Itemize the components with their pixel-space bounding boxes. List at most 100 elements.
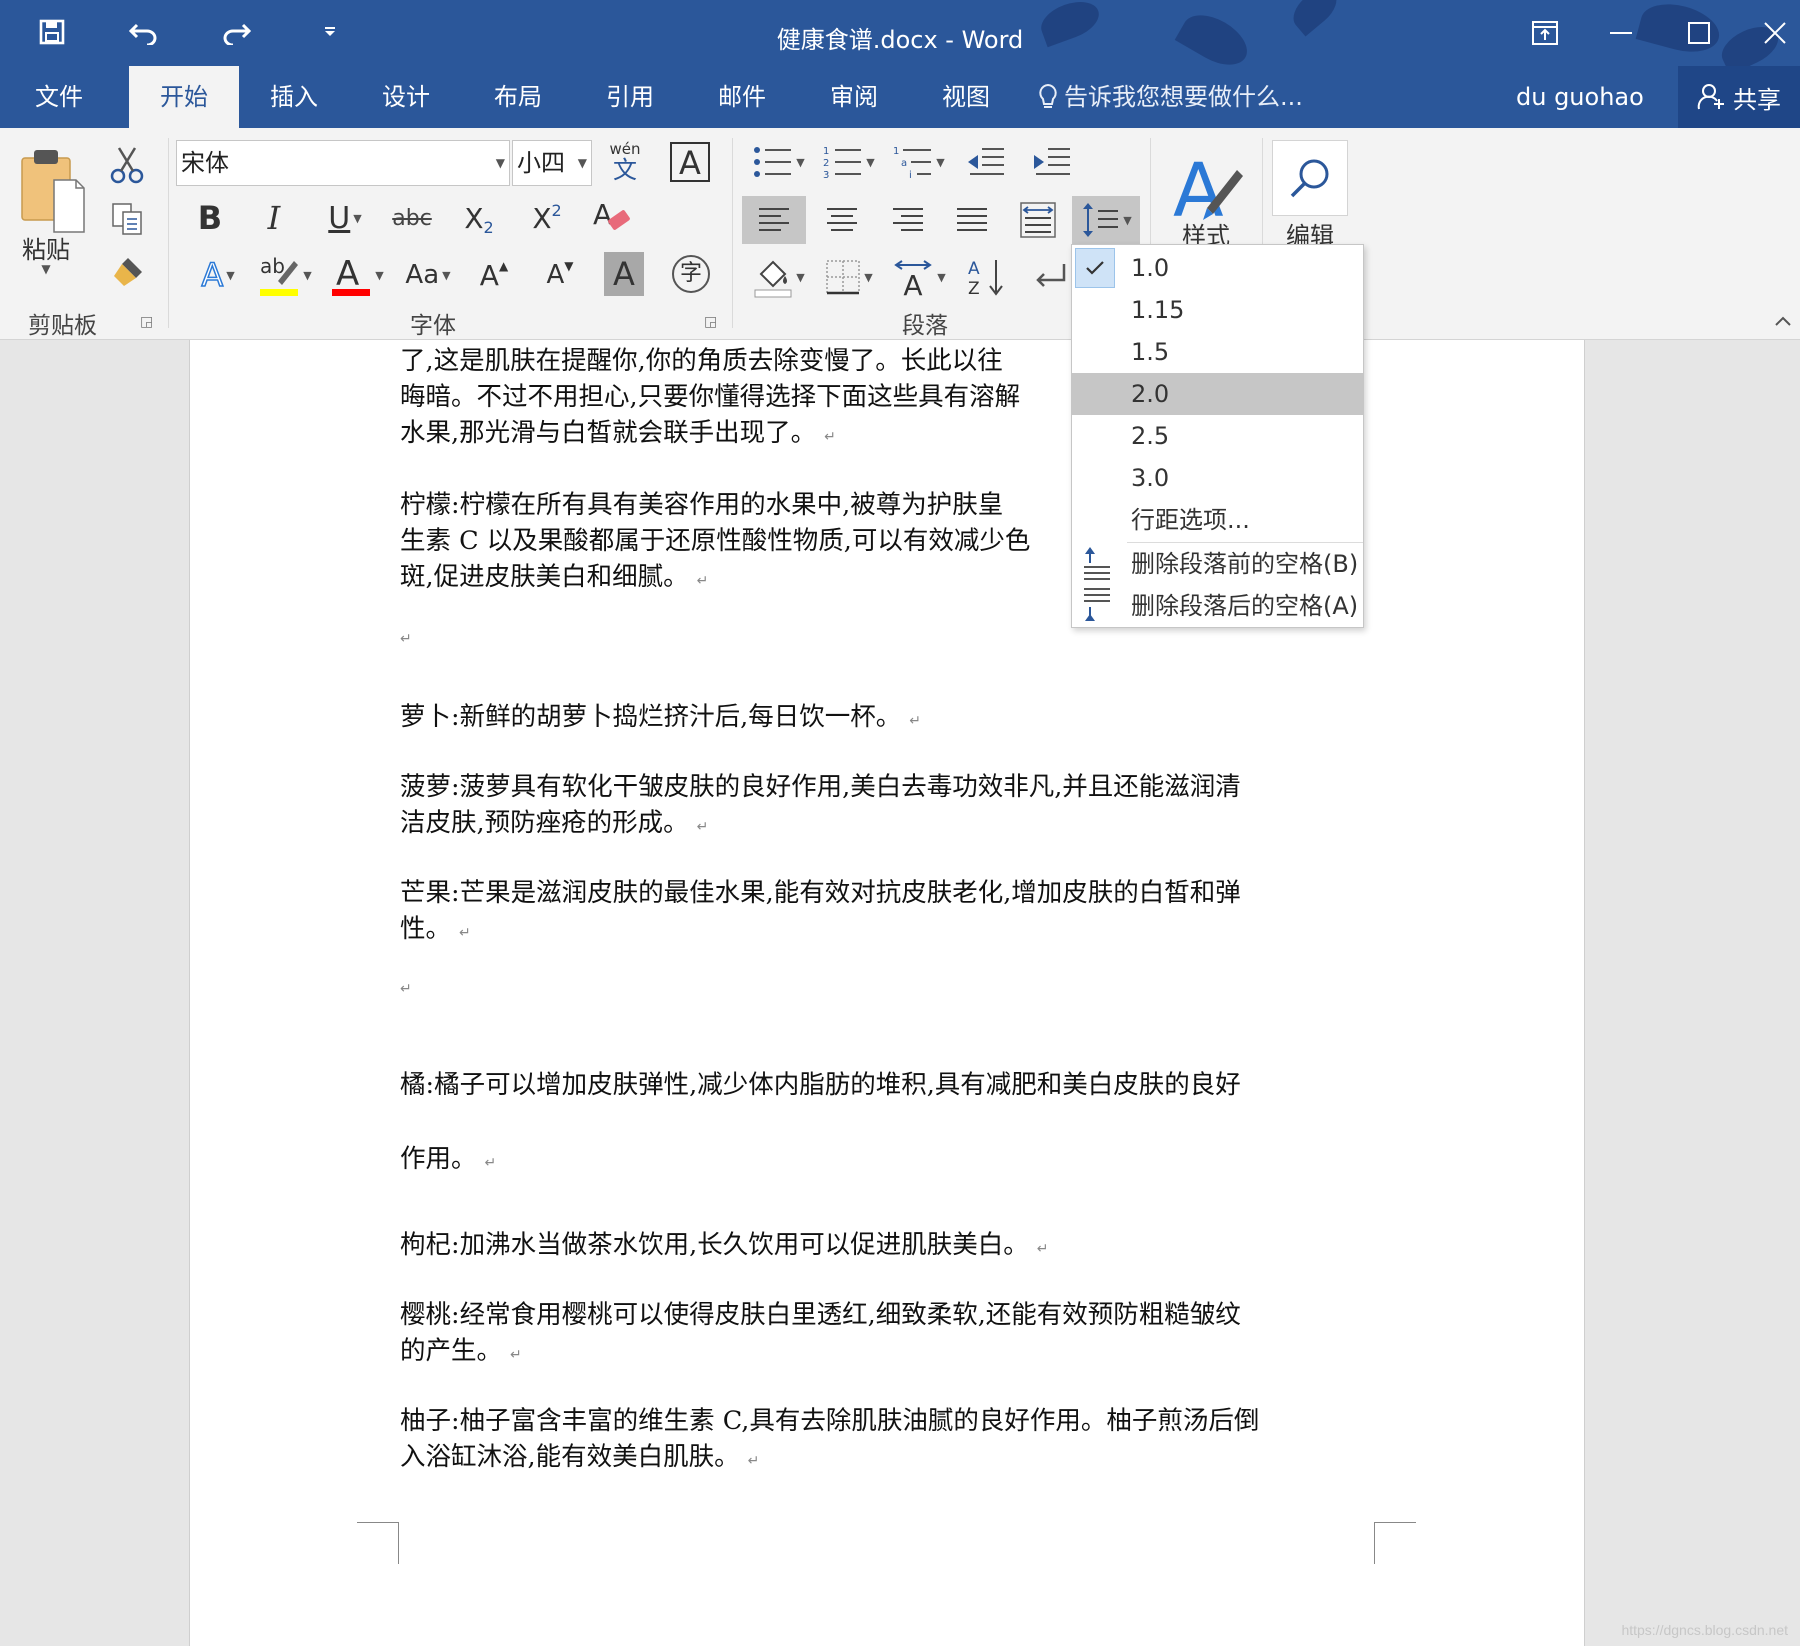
superscript-button[interactable]: X2 (524, 194, 570, 242)
paragraph-line[interactable]: 入浴缸沐浴,能有效美白肌肤。 ↵ (400, 1436, 759, 1473)
ribbon-display-options-button[interactable] (1518, 8, 1572, 58)
paragraph-line[interactable]: 芒果:芒果是滋润皮肤的最佳水果,能有效对抗皮肤老化,增加皮肤的白皙和弹 (400, 872, 1241, 909)
line-spacing-options-item[interactable]: 行距选项... (1072, 499, 1363, 541)
cut-button[interactable] (106, 144, 148, 186)
editing-button[interactable] (1272, 140, 1348, 216)
justify-button[interactable] (948, 196, 996, 244)
align-center-icon (827, 208, 857, 231)
option-label: 删除段落后的空格(A) (1131, 592, 1359, 620)
paragraph-line[interactable]: 性。 ↵ (400, 908, 471, 945)
paragraph-line[interactable]: 生素 C 以及果酸都属于还原性酸性物质,可以有效减少色 (400, 520, 1030, 557)
remove-space-after-item[interactable]: 删除段落后的空格(A) (1072, 585, 1363, 627)
paragraph-mark: ↵ (1036, 1241, 1049, 1257)
paragraph-line[interactable]: 橘:橘子可以增加皮肤弹性,减少体内脂肪的堆积,具有减肥和美白皮肤的良好 (400, 1064, 1241, 1101)
line-spacing-option-3-0[interactable]: 3.0 (1072, 457, 1363, 499)
remove-space-before-item[interactable]: 删除段落前的空格(B) (1072, 543, 1363, 585)
tab-layout[interactable]: 布局 (476, 66, 560, 128)
minimize-button[interactable] (1594, 8, 1648, 58)
enclose-characters-button[interactable]: 字 (668, 250, 714, 298)
paragraph-line[interactable]: 作用。 ↵ (400, 1138, 496, 1175)
tab-file[interactable]: 文件 (0, 66, 118, 128)
character-border-button[interactable]: A (668, 140, 712, 184)
distributed-button[interactable] (1014, 196, 1062, 244)
subscript-button[interactable]: X2 (456, 194, 502, 242)
grow-font-button[interactable]: A ▲ (474, 250, 514, 300)
line-spacing-option-1-0[interactable]: 1.0 (1072, 247, 1363, 289)
change-case-button[interactable]: Aa ▼ (400, 250, 456, 300)
tab-references[interactable]: 引用 (588, 66, 672, 128)
font-name-combo[interactable]: 宋体 ▼ (176, 140, 510, 186)
font-name-value: 宋体 (181, 149, 229, 177)
collapse-ribbon-button[interactable] (1770, 308, 1796, 334)
paragraph-line[interactable]: 樱桃:经常食用樱桃可以使得皮肤白里透红,细致柔软,还能有效预防粗糙皱纹 (400, 1294, 1241, 1331)
bold-button[interactable]: B (190, 194, 230, 242)
format-painter-button[interactable] (106, 252, 148, 294)
borders-button[interactable]: ▼ (818, 252, 880, 302)
tab-home[interactable]: 开始 (129, 66, 239, 128)
font-size-combo[interactable]: 小四 ▼ (512, 140, 592, 186)
paragraph-line[interactable]: 菠萝:菠萝具有软化干皱皮肤的良好作用,美白去毒功效非凡,并且还能滋润清 (400, 766, 1241, 803)
paste-button[interactable] (10, 140, 90, 240)
font-dialog-launcher[interactable]: ◲ (704, 314, 717, 330)
chevron-down-icon: ▼ (226, 268, 235, 282)
paste-dropdown-caret[interactable]: ▼ (36, 262, 56, 276)
tab-design[interactable]: 设计 (364, 66, 448, 128)
paragraph-line[interactable]: 了,这是肌肤在提醒你,你的角质去除变慢了。长此以往 (400, 340, 1003, 377)
underline-button[interactable]: U ▼ (316, 194, 374, 242)
change-case-text: Aa (405, 260, 440, 290)
paragraph-line[interactable]: 萝卜:新鲜的胡萝卜捣烂挤汁后,每日饮一杯。 ↵ (400, 696, 921, 733)
bullets-button[interactable]: ▼ (748, 140, 810, 184)
multilevel-list-button[interactable]: 1ai ▼ (888, 140, 950, 184)
show-hide-marks-button[interactable] (1028, 252, 1074, 302)
paragraph-line[interactable]: 洁皮肤,预防痤疮的形成。 ↵ (400, 802, 708, 839)
empty-paragraph[interactable]: ↵ (400, 620, 412, 650)
tab-review[interactable]: 审阅 (812, 66, 896, 128)
phonetic-guide-bottom: 文 (613, 156, 637, 184)
share-button[interactable]: 共享 (1678, 66, 1800, 128)
paragraph-line[interactable]: 斑,促进皮肤美白和细腻。 ↵ (400, 556, 708, 593)
line-spacing-option-2-5[interactable]: 2.5 (1072, 415, 1363, 457)
tell-me-search[interactable]: 告诉我您想要做什么... (1038, 66, 1303, 128)
shading-button[interactable]: ▼ (748, 252, 810, 302)
tab-insert[interactable]: 插入 (252, 66, 336, 128)
paragraph-line[interactable]: 晦暗。不过不用担心,只要你懂得选择下面这些具有溶解 (400, 376, 1020, 413)
phonetic-guide-button[interactable]: wén 文 (602, 138, 648, 186)
line-spacing-option-1-15[interactable]: 1.15 (1072, 289, 1363, 331)
sort-button[interactable]: AZ (962, 252, 1008, 302)
maximize-button[interactable] (1672, 8, 1726, 58)
font-color-button[interactable]: A ▼ (326, 248, 388, 302)
strikethrough-button[interactable]: abc (388, 194, 436, 242)
shrink-font-button[interactable]: A ▼ (540, 250, 580, 300)
line-spacing-button[interactable]: ▼ (1072, 196, 1140, 244)
numbering-button[interactable]: 123 ▼ (818, 140, 880, 184)
paragraph-line[interactable]: 枸杞:加沸水当做茶水饮用,长久饮用可以促进肌肤美白。 ↵ (400, 1224, 1048, 1261)
tab-mailings[interactable]: 邮件 (700, 66, 784, 128)
increase-indent-button[interactable] (1028, 140, 1074, 184)
paragraph-line[interactable]: 的产生。 ↵ (400, 1330, 522, 1367)
align-right-button[interactable] (884, 196, 932, 244)
highlight-color-button[interactable]: ab ▼ (254, 248, 316, 302)
paragraph-line[interactable]: 柚子:柚子富含丰富的维生素 C,具有去除肌肤油腻的良好作用。柚子煎汤后倒 (400, 1400, 1259, 1437)
align-center-button[interactable] (818, 196, 866, 244)
tab-view[interactable]: 视图 (924, 66, 1008, 128)
clear-formatting-button[interactable]: A (586, 192, 634, 242)
italic-button[interactable]: I (254, 194, 294, 242)
text-effects-button[interactable]: A ▼ (190, 250, 246, 300)
decrease-indent-button[interactable] (962, 140, 1008, 184)
clipboard-dialog-launcher[interactable]: ◲ (140, 314, 153, 330)
paragraph-line[interactable]: 水果,那光滑与白皙就会联手出现了。 ↵ (400, 412, 836, 449)
svg-text:A: A (904, 269, 923, 297)
empty-paragraph[interactable]: ↵ (400, 970, 412, 1000)
borders-icon (826, 260, 861, 295)
paragraph-line[interactable]: 柠檬:柠檬在所有具有美容作用的水果中,被尊为护肤皇 (400, 484, 1003, 521)
paragraph-mark: ↵ (484, 1155, 497, 1171)
close-button[interactable] (1748, 8, 1800, 58)
user-account[interactable]: du guohao (1516, 66, 1644, 128)
document-canvas[interactable]: 了,这是肌肤在提醒你,你的角质去除变慢了。长此以往 晦暗。不过不用担心,只要你懂… (0, 340, 1800, 1646)
character-shading-button[interactable]: A (604, 252, 644, 296)
asian-layout-button[interactable]: A ▼ (888, 252, 950, 302)
copy-button[interactable] (106, 198, 148, 240)
line-spacing-option-2-0[interactable]: 2.0 (1072, 373, 1363, 415)
align-left-button[interactable] (742, 196, 806, 244)
line-spacing-option-1-5[interactable]: 1.5 (1072, 331, 1363, 373)
